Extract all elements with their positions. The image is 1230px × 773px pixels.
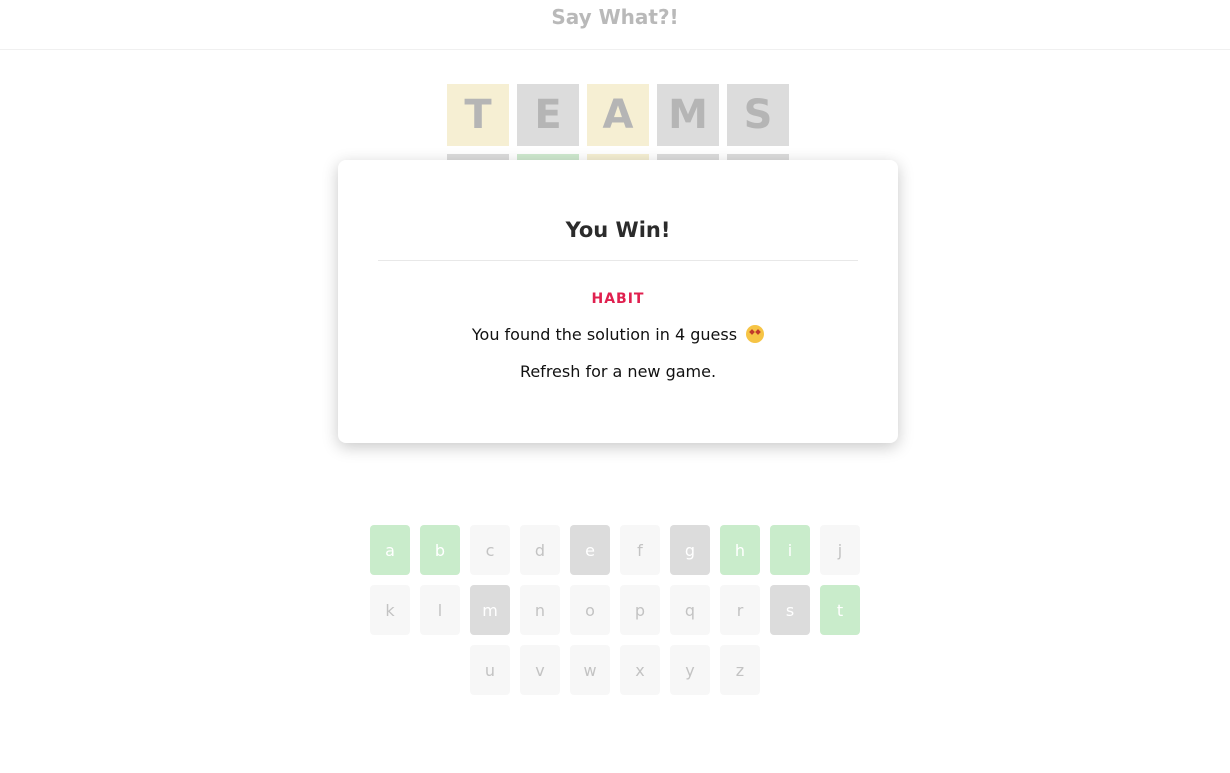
keyboard-row: abcdefghij: [0, 525, 1230, 575]
key-j[interactable]: j: [820, 525, 860, 575]
star-struck-emoji-icon: [746, 325, 765, 343]
key-l[interactable]: l: [420, 585, 460, 635]
key-a[interactable]: a: [370, 525, 410, 575]
letter-tile: M: [657, 84, 719, 146]
letter-tile: T: [447, 84, 509, 146]
on-screen-keyboard: abcdefghij klmnopqrst uvwxyz: [0, 525, 1230, 705]
win-dialog: You Win! HABIT You found the solution in…: [338, 160, 898, 443]
key-m[interactable]: m: [470, 585, 510, 635]
result-message: You found the solution in 4 guess: [338, 325, 898, 344]
key-k[interactable]: k: [370, 585, 410, 635]
key-n[interactable]: n: [520, 585, 560, 635]
key-b[interactable]: b: [420, 525, 460, 575]
key-e[interactable]: e: [570, 525, 610, 575]
key-z[interactable]: z: [720, 645, 760, 695]
key-i[interactable]: i: [770, 525, 810, 575]
app-header: Say What?!: [0, 0, 1230, 50]
key-q[interactable]: q: [670, 585, 710, 635]
key-s[interactable]: s: [770, 585, 810, 635]
dialog-divider: [378, 260, 858, 261]
keyboard-row: klmnopqrst: [0, 585, 1230, 635]
app-title: Say What?!: [551, 5, 679, 29]
key-x[interactable]: x: [620, 645, 660, 695]
grid-row: TEAMS: [447, 84, 789, 146]
solution-word: HABIT: [591, 291, 645, 307]
key-o[interactable]: o: [570, 585, 610, 635]
key-v[interactable]: v: [520, 645, 560, 695]
key-r[interactable]: r: [720, 585, 760, 635]
letter-tile: A: [587, 84, 649, 146]
key-y[interactable]: y: [670, 645, 710, 695]
key-d[interactable]: d: [520, 525, 560, 575]
key-t[interactable]: t: [820, 585, 860, 635]
keyboard-row: uvwxyz: [0, 645, 1230, 695]
key-g[interactable]: g: [670, 525, 710, 575]
key-u[interactable]: u: [470, 645, 510, 695]
key-p[interactable]: p: [620, 585, 660, 635]
dialog-title: You Win!: [565, 218, 671, 242]
key-f[interactable]: f: [620, 525, 660, 575]
refresh-message: Refresh for a new game.: [519, 362, 717, 381]
key-c[interactable]: c: [470, 525, 510, 575]
result-message-text: You found the solution in 4 guess: [471, 325, 738, 344]
key-w[interactable]: w: [570, 645, 610, 695]
letter-tile: S: [727, 84, 789, 146]
letter-tile: E: [517, 84, 579, 146]
key-h[interactable]: h: [720, 525, 760, 575]
